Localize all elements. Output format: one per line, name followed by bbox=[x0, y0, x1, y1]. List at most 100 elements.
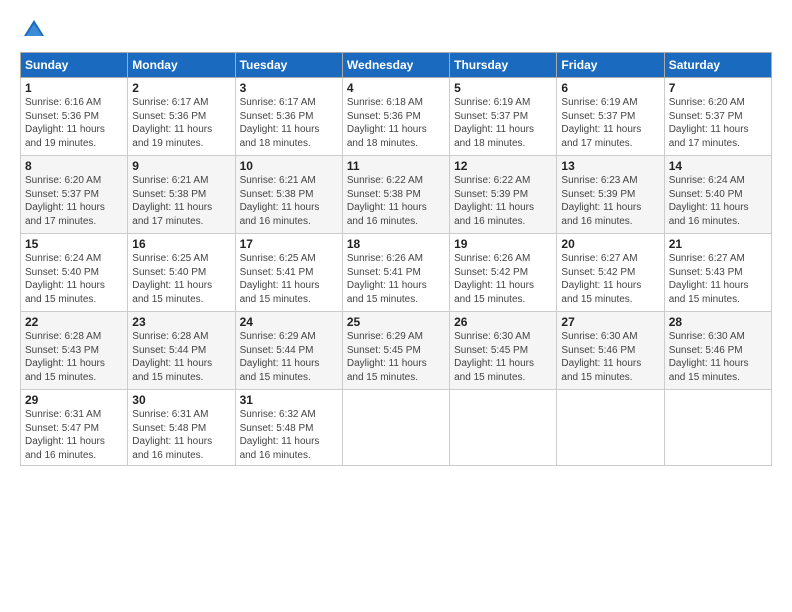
day-number: 16 bbox=[132, 237, 230, 251]
day-number: 2 bbox=[132, 81, 230, 95]
day-info: Sunrise: 6:21 AMSunset: 5:38 PMDaylight:… bbox=[240, 174, 338, 228]
day-info: Sunrise: 6:17 AMSunset: 5:36 PMDaylight:… bbox=[132, 96, 230, 150]
day-info: Sunrise: 6:20 AMSunset: 5:37 PMDaylight:… bbox=[669, 96, 767, 150]
day-number: 10 bbox=[240, 159, 338, 173]
calendar-cell: 11Sunrise: 6:22 AMSunset: 5:38 PMDayligh… bbox=[342, 156, 449, 234]
day-number: 11 bbox=[347, 159, 445, 173]
day-number: 30 bbox=[132, 393, 230, 407]
logo bbox=[20, 16, 52, 44]
calendar-cell: 13Sunrise: 6:23 AMSunset: 5:39 PMDayligh… bbox=[557, 156, 664, 234]
day-info: Sunrise: 6:20 AMSunset: 5:37 PMDaylight:… bbox=[25, 174, 123, 228]
calendar-body: 1Sunrise: 6:16 AMSunset: 5:36 PMDaylight… bbox=[21, 78, 772, 466]
day-number: 28 bbox=[669, 315, 767, 329]
day-info: Sunrise: 6:27 AMSunset: 5:42 PMDaylight:… bbox=[561, 252, 659, 306]
calendar-cell bbox=[664, 390, 771, 466]
header-day-wednesday: Wednesday bbox=[342, 53, 449, 78]
calendar-cell: 23Sunrise: 6:28 AMSunset: 5:44 PMDayligh… bbox=[128, 312, 235, 390]
day-info: Sunrise: 6:18 AMSunset: 5:36 PMDaylight:… bbox=[347, 96, 445, 150]
day-number: 14 bbox=[669, 159, 767, 173]
calendar-cell: 26Sunrise: 6:30 AMSunset: 5:45 PMDayligh… bbox=[450, 312, 557, 390]
day-info: Sunrise: 6:27 AMSunset: 5:43 PMDaylight:… bbox=[669, 252, 767, 306]
calendar-table: SundayMondayTuesdayWednesdayThursdayFrid… bbox=[20, 52, 772, 466]
day-info: Sunrise: 6:31 AMSunset: 5:47 PMDaylight:… bbox=[25, 408, 123, 462]
calendar-cell: 5Sunrise: 6:19 AMSunset: 5:37 PMDaylight… bbox=[450, 78, 557, 156]
day-info: Sunrise: 6:29 AMSunset: 5:45 PMDaylight:… bbox=[347, 330, 445, 384]
day-info: Sunrise: 6:30 AMSunset: 5:45 PMDaylight:… bbox=[454, 330, 552, 384]
day-info: Sunrise: 6:22 AMSunset: 5:39 PMDaylight:… bbox=[454, 174, 552, 228]
day-info: Sunrise: 6:19 AMSunset: 5:37 PMDaylight:… bbox=[454, 96, 552, 150]
day-number: 9 bbox=[132, 159, 230, 173]
day-number: 8 bbox=[25, 159, 123, 173]
calendar-cell: 9Sunrise: 6:21 AMSunset: 5:38 PMDaylight… bbox=[128, 156, 235, 234]
day-number: 5 bbox=[454, 81, 552, 95]
calendar-cell bbox=[557, 390, 664, 466]
day-info: Sunrise: 6:29 AMSunset: 5:44 PMDaylight:… bbox=[240, 330, 338, 384]
day-info: Sunrise: 6:16 AMSunset: 5:36 PMDaylight:… bbox=[25, 96, 123, 150]
header bbox=[20, 16, 772, 44]
day-number: 4 bbox=[347, 81, 445, 95]
week-row-5: 29Sunrise: 6:31 AMSunset: 5:47 PMDayligh… bbox=[21, 390, 772, 466]
day-info: Sunrise: 6:32 AMSunset: 5:48 PMDaylight:… bbox=[240, 408, 338, 462]
day-info: Sunrise: 6:24 AMSunset: 5:40 PMDaylight:… bbox=[669, 174, 767, 228]
day-info: Sunrise: 6:25 AMSunset: 5:40 PMDaylight:… bbox=[132, 252, 230, 306]
day-number: 7 bbox=[669, 81, 767, 95]
week-row-1: 1Sunrise: 6:16 AMSunset: 5:36 PMDaylight… bbox=[21, 78, 772, 156]
calendar-cell: 28Sunrise: 6:30 AMSunset: 5:46 PMDayligh… bbox=[664, 312, 771, 390]
calendar-cell: 14Sunrise: 6:24 AMSunset: 5:40 PMDayligh… bbox=[664, 156, 771, 234]
calendar-cell: 1Sunrise: 6:16 AMSunset: 5:36 PMDaylight… bbox=[21, 78, 128, 156]
day-info: Sunrise: 6:28 AMSunset: 5:43 PMDaylight:… bbox=[25, 330, 123, 384]
day-info: Sunrise: 6:30 AMSunset: 5:46 PMDaylight:… bbox=[561, 330, 659, 384]
day-info: Sunrise: 6:22 AMSunset: 5:38 PMDaylight:… bbox=[347, 174, 445, 228]
calendar-cell: 7Sunrise: 6:20 AMSunset: 5:37 PMDaylight… bbox=[664, 78, 771, 156]
day-number: 22 bbox=[25, 315, 123, 329]
day-number: 15 bbox=[25, 237, 123, 251]
day-number: 26 bbox=[454, 315, 552, 329]
day-info: Sunrise: 6:31 AMSunset: 5:48 PMDaylight:… bbox=[132, 408, 230, 462]
calendar-cell: 12Sunrise: 6:22 AMSunset: 5:39 PMDayligh… bbox=[450, 156, 557, 234]
calendar-cell: 16Sunrise: 6:25 AMSunset: 5:40 PMDayligh… bbox=[128, 234, 235, 312]
header-day-friday: Friday bbox=[557, 53, 664, 78]
day-number: 19 bbox=[454, 237, 552, 251]
header-day-thursday: Thursday bbox=[450, 53, 557, 78]
week-row-4: 22Sunrise: 6:28 AMSunset: 5:43 PMDayligh… bbox=[21, 312, 772, 390]
calendar-cell: 25Sunrise: 6:29 AMSunset: 5:45 PMDayligh… bbox=[342, 312, 449, 390]
calendar-cell: 30Sunrise: 6:31 AMSunset: 5:48 PMDayligh… bbox=[128, 390, 235, 466]
day-number: 21 bbox=[669, 237, 767, 251]
day-number: 25 bbox=[347, 315, 445, 329]
day-number: 6 bbox=[561, 81, 659, 95]
day-info: Sunrise: 6:30 AMSunset: 5:46 PMDaylight:… bbox=[669, 330, 767, 384]
calendar-header: SundayMondayTuesdayWednesdayThursdayFrid… bbox=[21, 53, 772, 78]
day-info: Sunrise: 6:25 AMSunset: 5:41 PMDaylight:… bbox=[240, 252, 338, 306]
week-row-2: 8Sunrise: 6:20 AMSunset: 5:37 PMDaylight… bbox=[21, 156, 772, 234]
day-info: Sunrise: 6:23 AMSunset: 5:39 PMDaylight:… bbox=[561, 174, 659, 228]
calendar-cell: 8Sunrise: 6:20 AMSunset: 5:37 PMDaylight… bbox=[21, 156, 128, 234]
day-number: 18 bbox=[347, 237, 445, 251]
calendar-cell: 29Sunrise: 6:31 AMSunset: 5:47 PMDayligh… bbox=[21, 390, 128, 466]
calendar-cell: 15Sunrise: 6:24 AMSunset: 5:40 PMDayligh… bbox=[21, 234, 128, 312]
day-number: 29 bbox=[25, 393, 123, 407]
day-number: 17 bbox=[240, 237, 338, 251]
calendar-cell bbox=[342, 390, 449, 466]
day-info: Sunrise: 6:21 AMSunset: 5:38 PMDaylight:… bbox=[132, 174, 230, 228]
header-row: SundayMondayTuesdayWednesdayThursdayFrid… bbox=[21, 53, 772, 78]
day-number: 12 bbox=[454, 159, 552, 173]
day-number: 3 bbox=[240, 81, 338, 95]
day-number: 13 bbox=[561, 159, 659, 173]
calendar-cell: 27Sunrise: 6:30 AMSunset: 5:46 PMDayligh… bbox=[557, 312, 664, 390]
calendar-cell: 10Sunrise: 6:21 AMSunset: 5:38 PMDayligh… bbox=[235, 156, 342, 234]
day-info: Sunrise: 6:26 AMSunset: 5:41 PMDaylight:… bbox=[347, 252, 445, 306]
calendar-cell: 21Sunrise: 6:27 AMSunset: 5:43 PMDayligh… bbox=[664, 234, 771, 312]
calendar-cell: 22Sunrise: 6:28 AMSunset: 5:43 PMDayligh… bbox=[21, 312, 128, 390]
calendar-cell: 2Sunrise: 6:17 AMSunset: 5:36 PMDaylight… bbox=[128, 78, 235, 156]
day-info: Sunrise: 6:19 AMSunset: 5:37 PMDaylight:… bbox=[561, 96, 659, 150]
header-day-saturday: Saturday bbox=[664, 53, 771, 78]
header-day-sunday: Sunday bbox=[21, 53, 128, 78]
week-row-3: 15Sunrise: 6:24 AMSunset: 5:40 PMDayligh… bbox=[21, 234, 772, 312]
calendar-cell: 20Sunrise: 6:27 AMSunset: 5:42 PMDayligh… bbox=[557, 234, 664, 312]
header-day-monday: Monday bbox=[128, 53, 235, 78]
day-number: 31 bbox=[240, 393, 338, 407]
calendar-cell bbox=[450, 390, 557, 466]
day-number: 24 bbox=[240, 315, 338, 329]
day-number: 27 bbox=[561, 315, 659, 329]
day-info: Sunrise: 6:24 AMSunset: 5:40 PMDaylight:… bbox=[25, 252, 123, 306]
